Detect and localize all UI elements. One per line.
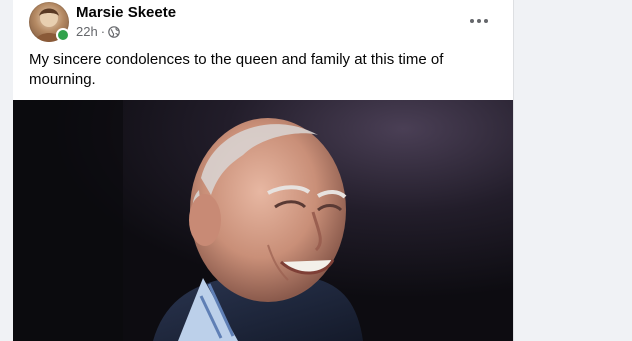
more-options-icon-dot — [477, 19, 481, 23]
author-avatar[interactable] — [29, 2, 70, 42]
post-meta: 22h · — [76, 24, 120, 40]
post-text: My sincere condolences to the queen and … — [29, 51, 444, 88]
post-timestamp[interactable]: 22h — [76, 24, 98, 40]
more-options-icon — [470, 19, 474, 23]
post-header: Marsie Skeete 22h · — [13, 0, 513, 48]
online-status-indicator — [56, 28, 70, 42]
post-photo[interactable] — [13, 100, 513, 341]
right-side-panel — [513, 0, 632, 341]
portrait-photo — [13, 100, 513, 341]
more-options-icon-dot — [484, 19, 488, 23]
author-name[interactable]: Marsie Skeete — [76, 4, 176, 22]
globe-icon[interactable] — [108, 26, 120, 38]
meta-separator: · — [100, 24, 106, 39]
post-card: Marsie Skeete 22h · My sincere condolenc… — [13, 0, 513, 341]
more-options-button[interactable] — [463, 8, 495, 34]
